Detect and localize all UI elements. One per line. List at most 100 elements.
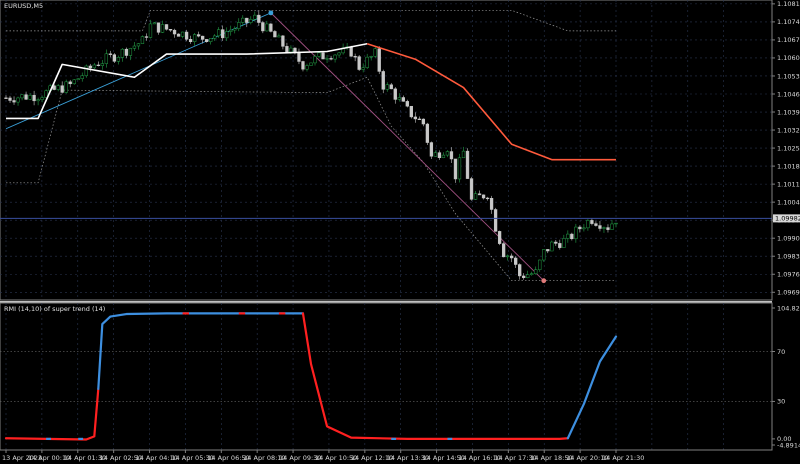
price-tick-label: 1.09765 — [777, 271, 800, 279]
candle-body — [305, 65, 309, 70]
candle-body — [136, 43, 141, 47]
price-tick-label: 1.10255 — [777, 144, 800, 152]
candle-body — [530, 273, 534, 275]
candle-body — [40, 97, 44, 100]
rmi-tick-label: 104.827 — [777, 304, 800, 312]
rmi-tick-label: 30 — [777, 398, 785, 406]
candle-body — [4, 97, 8, 99]
candle-body — [172, 29, 177, 35]
candle-body — [562, 238, 566, 248]
candle-body — [497, 231, 502, 244]
candle-body — [257, 14, 261, 23]
candle-body — [184, 31, 189, 40]
candle-body — [441, 154, 446, 158]
candle-body — [32, 94, 36, 102]
candle-body — [606, 227, 610, 230]
candle-body — [501, 243, 506, 258]
candle-body — [477, 193, 482, 196]
candle-body — [554, 241, 558, 244]
candle-body — [518, 264, 522, 277]
indicator-label: RMI (14,10) of super trend (14) — [4, 305, 105, 313]
candle-body — [598, 225, 602, 229]
candle-body — [196, 34, 201, 37]
candle-body — [610, 223, 614, 230]
candle-body — [253, 14, 257, 20]
candle-body — [349, 46, 353, 57]
swing-high-marker[interactable] — [268, 10, 274, 16]
price-tick-label: 1.10185 — [777, 162, 800, 170]
candle-body — [493, 209, 498, 232]
candle-body — [180, 31, 185, 37]
candle-body — [457, 157, 462, 180]
candle-body — [152, 22, 157, 25]
candle-body — [321, 52, 325, 60]
candle-body — [433, 152, 438, 157]
candle-body — [221, 29, 225, 39]
candle-body — [233, 28, 237, 31]
candle-body — [413, 116, 417, 120]
candle-body — [124, 48, 129, 56]
swing-low-marker[interactable] — [541, 278, 547, 284]
candle-body — [373, 48, 377, 57]
candle-body — [36, 99, 40, 102]
rmi-tick-label: 70 — [777, 348, 785, 356]
price-tick-label: 1.09695 — [777, 289, 800, 297]
candle-body — [309, 62, 313, 66]
candle-body — [481, 194, 486, 199]
candle-body — [269, 23, 273, 32]
candle-body — [437, 152, 442, 158]
candle-body — [574, 226, 578, 240]
candle-body — [590, 220, 594, 224]
candle-body — [301, 61, 305, 70]
price-tick-label: 1.10605 — [777, 54, 800, 62]
price-tick-label: 1.10745 — [777, 18, 800, 26]
candle-body — [245, 17, 249, 23]
candle-body — [546, 249, 550, 252]
candle-body — [333, 54, 337, 60]
candle-body — [485, 197, 490, 200]
candle-body — [277, 35, 281, 38]
candle-body — [385, 84, 389, 90]
price-tick-label: 1.10535 — [777, 72, 800, 80]
candle-body — [381, 71, 385, 90]
price-tick-label: 1.09835 — [777, 253, 800, 261]
candle-body — [84, 65, 88, 76]
candle-body — [132, 45, 137, 49]
price-tick-label: 1.10815 — [777, 0, 800, 8]
candle-body — [401, 97, 405, 102]
candle-body — [313, 56, 317, 64]
chart-window[interactable]: EURUSD,M5 1.10815 1.10745 1.10675 1.10605 1.… — [0, 0, 800, 464]
candle-body — [72, 79, 76, 85]
candle-body — [140, 36, 145, 44]
candle-body — [213, 35, 217, 39]
candle-body — [249, 19, 253, 23]
candle-body — [325, 58, 329, 60]
candle-body — [116, 57, 121, 62]
candle-body — [453, 158, 458, 180]
candle-body — [317, 52, 321, 57]
candle-body — [425, 123, 430, 143]
candle-body — [68, 81, 72, 85]
candle-body — [108, 53, 112, 55]
candle-body — [417, 118, 422, 120]
candle-body — [377, 48, 381, 72]
candle-body — [594, 223, 598, 226]
candle-body — [112, 54, 117, 62]
candle-body — [76, 78, 80, 81]
candle-body — [100, 63, 104, 66]
symbol-label: EURUSD,M5 — [4, 2, 43, 10]
candle-body — [225, 31, 229, 39]
candle-body — [192, 34, 197, 42]
candle-body — [217, 29, 221, 37]
candle-body — [160, 24, 165, 33]
candle-body — [526, 274, 530, 278]
price-tick-label: 1.10115 — [777, 180, 800, 188]
candle-body — [24, 94, 28, 100]
current-price-label: 1.09982 — [775, 215, 800, 223]
time-tick-label: 14 Apr 21:30 — [602, 454, 644, 462]
candle-body — [469, 178, 474, 200]
candle-body — [397, 97, 401, 100]
candle-body — [205, 39, 209, 42]
candle-body — [558, 243, 562, 248]
candle-body — [353, 56, 357, 58]
